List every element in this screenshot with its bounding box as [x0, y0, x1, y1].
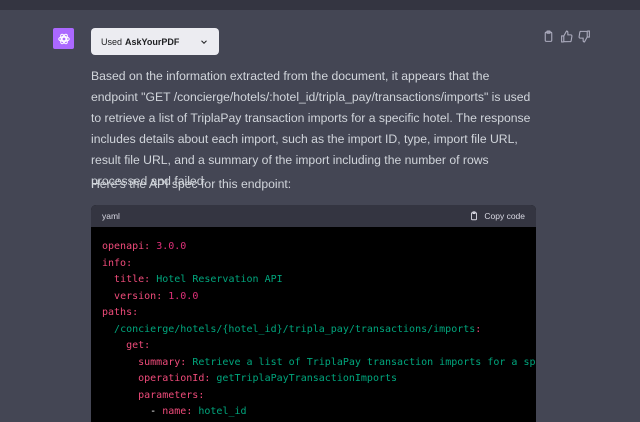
code-line: info: — [102, 257, 133, 269]
code-line: version: 1.0.0 — [114, 290, 199, 302]
thumbs-up-icon[interactable] — [560, 30, 573, 43]
code-line: operationId: getTriplaPayTransactionImpo… — [138, 373, 398, 384]
clipboard-icon — [471, 211, 478, 221]
response-intro: Here's the API spec for this endpoint: — [91, 177, 292, 191]
code-block-header: yaml Copy code — [91, 205, 536, 227]
copy-code-label: Copy code — [484, 211, 525, 221]
code-line: get: — [126, 340, 151, 351]
code-content: openapi: 3.0.0 info: title: Hotel Reserva… — [91, 227, 536, 421]
plugin-used-label: Used — [101, 36, 123, 47]
copy-code-button[interactable]: Copy code — [469, 211, 525, 221]
code-line: /concierge/hotels/{hotel_id}/tripla_pay/… — [114, 323, 482, 335]
thumbs-down-icon[interactable] — [578, 30, 591, 43]
top-bar — [0, 0, 640, 10]
code-line: parameters: — [138, 389, 205, 401]
code-line: - name: hotel_id — [150, 406, 247, 417]
code-line: openapi: 3.0.0 — [102, 241, 187, 252]
openai-logo-icon — [57, 33, 70, 44]
copy-icon[interactable] — [542, 30, 555, 43]
plugin-used-button[interactable]: Used AskYourPDF — [91, 28, 219, 55]
message-actions — [542, 30, 591, 43]
chatgpt-avatar — [53, 28, 74, 49]
code-line: paths: — [102, 307, 139, 318]
code-block: yaml Copy code openapi: 3.0.0 info: title… — [91, 205, 536, 422]
code-line: summary: Retrieve a list of TriplaPay tr… — [138, 356, 536, 368]
code-line: title: Hotel Reservation API — [114, 274, 283, 285]
chevron-down-icon — [201, 39, 207, 44]
plugin-name: AskYourPDF — [125, 36, 180, 47]
code-language-label: yaml — [102, 211, 120, 221]
